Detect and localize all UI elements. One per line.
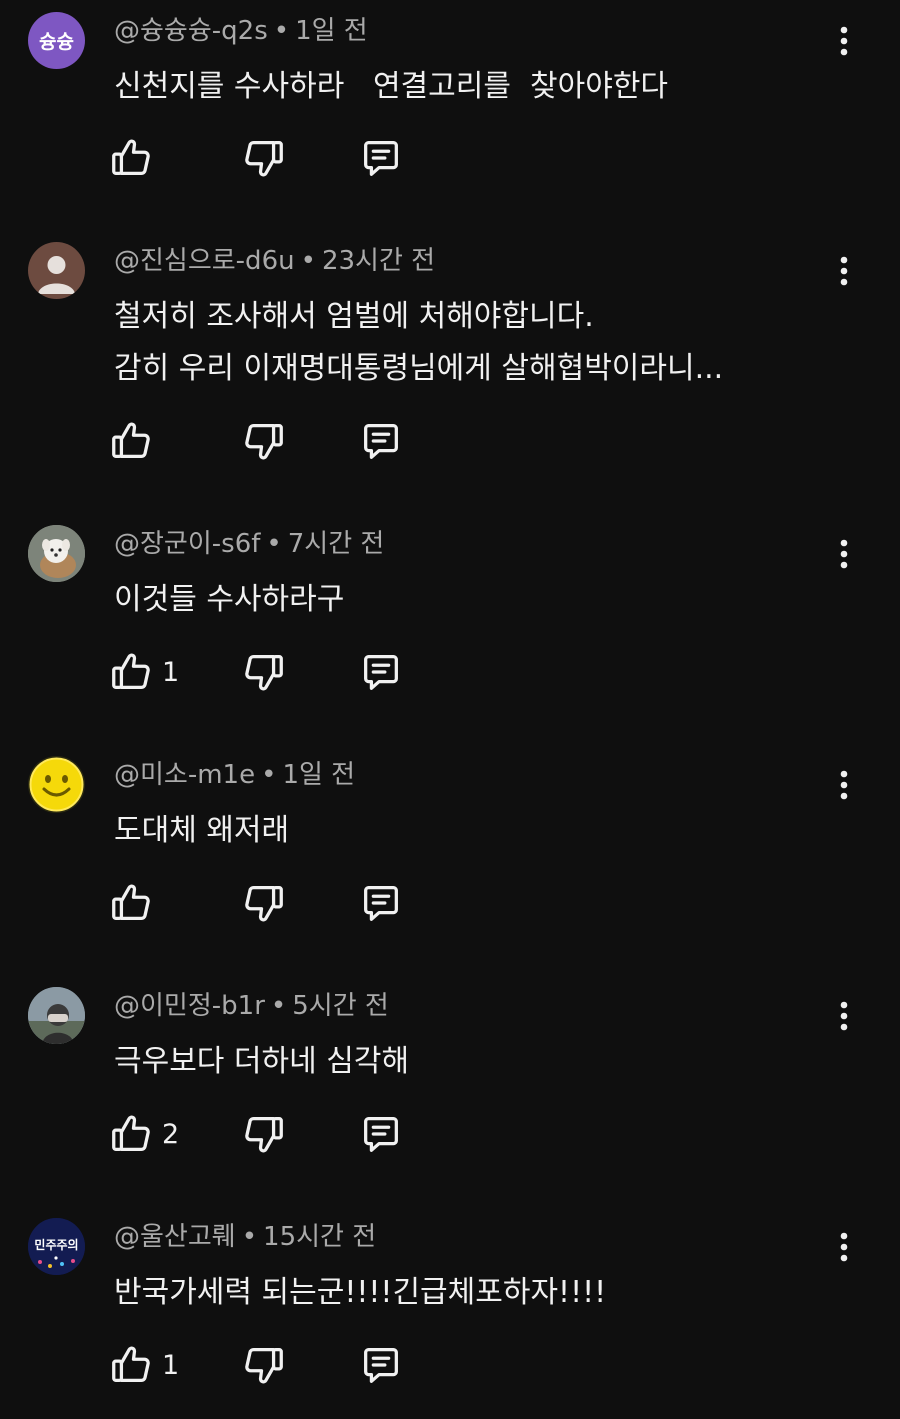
reply-comment-icon: [364, 1117, 398, 1152]
reply-comment-icon: [364, 886, 398, 921]
comment-time[interactable]: 7시간 전: [288, 529, 385, 559]
like-button[interactable]: [108, 417, 162, 465]
dislike-button[interactable]: [241, 648, 287, 696]
thumbs-down-icon: [245, 141, 283, 177]
meta-separator: •: [241, 1222, 258, 1252]
comment-text: 반국가세력 되는군!!!!긴급체포하자!!!!: [114, 1267, 606, 1319]
thumbs-down-icon: [245, 886, 283, 922]
reply-button[interactable]: [358, 134, 404, 182]
reply-button[interactable]: [358, 1110, 404, 1158]
dislike-button[interactable]: [241, 417, 287, 465]
comment-text: 도대체 왜저래: [114, 805, 289, 857]
like-count: 1: [162, 1349, 180, 1381]
author-handle[interactable]: @장군이-s6f: [114, 529, 260, 559]
reply-button[interactable]: [358, 879, 404, 927]
meta-separator: •: [261, 760, 277, 790]
comment-time[interactable]: 15시간 전: [263, 1222, 376, 1252]
comment-meta: @이민정-b1r • 5시간 전: [114, 988, 389, 1024]
avatar[interactable]: 슝슝: [28, 12, 85, 69]
like-button[interactable]: 1: [108, 1341, 179, 1389]
comment-time[interactable]: 5시간 전: [292, 991, 389, 1021]
comment-actions: 1: [108, 1341, 428, 1389]
comment-actions: [108, 417, 428, 465]
reply-comment-icon: [364, 141, 398, 176]
like-count: 2: [162, 1118, 180, 1150]
comment-actions: [108, 879, 428, 927]
comment-line: 감히 우리 이재명대통령님에게 살해협박이라니...: [114, 351, 724, 386]
like-count: 1: [162, 656, 180, 688]
thumbs-down-icon: [245, 655, 283, 691]
meta-separator: •: [270, 991, 287, 1021]
thumbs-down-icon: [245, 424, 283, 460]
meta-separator: •: [266, 529, 282, 559]
like-button[interactable]: 1: [108, 648, 179, 696]
dislike-button[interactable]: [241, 879, 287, 927]
more-options-icon[interactable]: [826, 991, 862, 1041]
dog-photo-avatar[interactable]: [28, 525, 85, 582]
dislike-button[interactable]: [241, 1110, 287, 1158]
comment-line: 도대체 왜저래: [114, 813, 290, 848]
reply-button[interactable]: [358, 417, 404, 465]
dislike-button[interactable]: [241, 1341, 287, 1389]
author-handle[interactable]: @미소-m1e: [114, 760, 255, 790]
comment-meta: @슝슝슝-q2s • 1일 전: [114, 13, 368, 49]
comment-actions: 2: [108, 1110, 428, 1158]
more-options-icon[interactable]: [826, 16, 862, 66]
comment-text: 극우보다 더하네 심각해: [114, 1036, 409, 1088]
meta-separator: •: [300, 246, 316, 276]
reply-button[interactable]: [358, 1341, 404, 1389]
reply-comment-icon: [364, 1348, 398, 1383]
comment-time[interactable]: 1일 전: [282, 760, 355, 790]
more-options-icon[interactable]: [826, 760, 862, 810]
more-options-icon[interactable]: [826, 1222, 862, 1272]
thumbs-up-icon: [112, 653, 150, 689]
person-photo-avatar[interactable]: [28, 987, 85, 1044]
thumbs-up-icon: [112, 422, 150, 458]
comment-actions: [108, 134, 428, 182]
reply-button[interactable]: [358, 648, 404, 696]
author-handle[interactable]: @이민정-b1r: [114, 991, 265, 1021]
avatar-letters: 슝슝: [39, 31, 74, 53]
comment-actions: 1: [108, 648, 428, 696]
comment-text: 이것들 수사하라구: [114, 574, 344, 626]
comment-line: 이것들 수사하라구: [114, 582, 345, 617]
comment-line: 철저히 조사해서 엄벌에 처해야합니다.: [114, 299, 594, 334]
thumbs-up-icon: [112, 1346, 150, 1382]
author-handle[interactable]: @울산고뤠: [114, 1222, 236, 1252]
thumbs-up-icon: [112, 139, 150, 175]
reply-comment-icon: [364, 424, 398, 459]
like-button[interactable]: [108, 879, 162, 927]
default-person-avatar[interactable]: [28, 242, 85, 299]
comment-line: 극우보다 더하네 심각해: [114, 1044, 410, 1079]
comment-text: 신천지를 수사하라 연결고리를 찾아야한다: [114, 61, 668, 113]
dislike-button[interactable]: [241, 134, 287, 182]
more-options-icon[interactable]: [826, 529, 862, 579]
comment-time[interactable]: 23시간 전: [322, 246, 435, 276]
thumbs-up-icon: [112, 884, 150, 920]
protest-badge-avatar[interactable]: 민주주의: [28, 1218, 85, 1275]
comment-time[interactable]: 1일 전: [295, 16, 368, 46]
avatar-badge-text: 민주주의: [34, 1238, 79, 1252]
thumbs-up-icon: [112, 1115, 150, 1151]
comment-meta: @장군이-s6f • 7시간 전: [114, 526, 384, 562]
like-button[interactable]: [108, 134, 162, 182]
smiley-face-avatar[interactable]: [28, 756, 85, 813]
comment-meta: @미소-m1e • 1일 전: [114, 757, 355, 793]
thumbs-down-icon: [245, 1348, 283, 1384]
comment-line: 반국가세력 되는군!!!!긴급체포하자!!!!: [114, 1275, 607, 1310]
author-handle[interactable]: @슝슝슝-q2s: [114, 16, 268, 46]
comment-meta: @진심으로-d6u • 23시간 전: [114, 243, 435, 279]
reply-comment-icon: [364, 655, 398, 690]
comment-text: 철저히 조사해서 엄벌에 처해야합니다. 감히 우리 이재명대통령님에게 살해협…: [114, 291, 723, 395]
more-options-icon[interactable]: [826, 246, 862, 296]
comment-meta: @울산고뤠 • 15시간 전: [114, 1219, 376, 1255]
like-button[interactable]: 2: [108, 1110, 179, 1158]
thumbs-down-icon: [245, 1117, 283, 1153]
author-handle[interactable]: @진심으로-d6u: [114, 246, 295, 276]
comment-line: 신천지를 수사하라 연결고리를 찾아야한다: [114, 69, 669, 104]
meta-separator: •: [273, 16, 290, 46]
